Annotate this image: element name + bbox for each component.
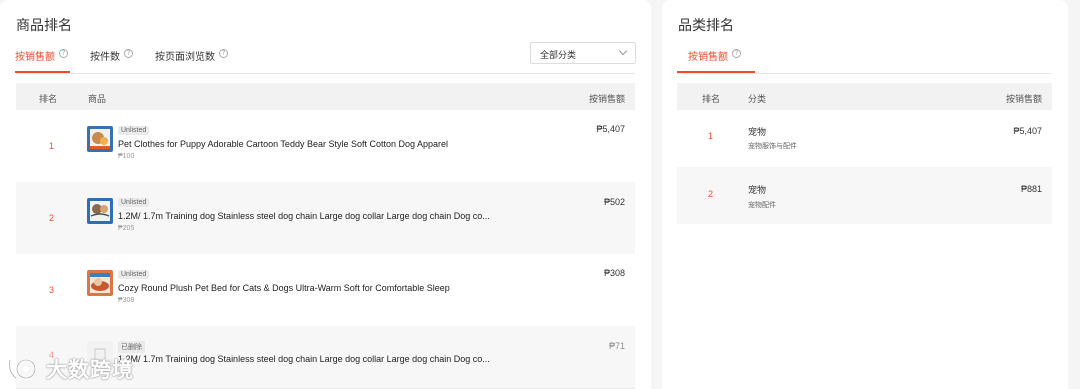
row-rank: 2 xyxy=(49,213,55,223)
category-name: 宠物 xyxy=(748,185,767,195)
category-select[interactable]: 全部分类 xyxy=(530,42,636,64)
product-table-header: 排名 商品 按销售额 xyxy=(16,83,635,110)
category-table-header: 排名 分类 按销售额 xyxy=(677,83,1052,110)
product-name[interactable]: Cozy Round Plush Pet Bed for Cats & Dogs… xyxy=(118,283,450,293)
row-rank: 1 xyxy=(49,141,55,151)
watermark-text: 大数跨境 xyxy=(46,359,134,382)
watermark: 大数跨境 xyxy=(6,352,134,386)
watermark-logo-icon xyxy=(8,358,37,380)
chevron-down-icon xyxy=(618,46,628,56)
product-price: ₱205 xyxy=(118,225,135,232)
status-badge: Unlisted xyxy=(118,126,150,135)
product-ranking-tabs: 按销售额 ? 按件数 ? 按页面浏览数 ? xyxy=(15,40,250,73)
table-row[interactable]: 2 Unlisted 1.2M/ 1.7m Training dog Stain… xyxy=(16,182,635,254)
category-subname: 宠物配件 xyxy=(748,202,776,209)
product-thumbnail[interactable] xyxy=(87,198,113,224)
product-thumbnail[interactable] xyxy=(87,270,113,296)
product-price: ₱100 xyxy=(118,153,135,160)
category-select-value: 全部分类 xyxy=(540,50,577,60)
product-name[interactable]: 1.2M/ 1.7m Training dog Stainless steel … xyxy=(118,211,490,221)
category-ranking-tabs: 按销售额 ? xyxy=(677,40,755,73)
row-rank: 2 xyxy=(708,189,714,199)
table-row[interactable]: 1 宠物 宠物服饰与配件 ₱5,407 xyxy=(677,110,1052,167)
tab-divider xyxy=(677,73,1052,74)
tab-label: 按页面浏览数 xyxy=(155,52,215,63)
header-sales[interactable]: 按销售额 xyxy=(589,92,625,105)
category-name: 宠物 xyxy=(748,127,767,137)
header-sales[interactable]: 按销售额 xyxy=(1006,92,1042,105)
row-sales: ₱881 xyxy=(1020,184,1042,194)
header-rank: 排名 xyxy=(39,94,58,104)
product-name: 1.2M/ 1.7m Training dog Stainless steel … xyxy=(118,354,490,364)
tab-label: 按销售额 xyxy=(688,52,728,63)
row-rank: 3 xyxy=(49,285,55,295)
header-rank: 排名 xyxy=(702,94,721,104)
row-rank: 1 xyxy=(708,131,714,141)
product-ranking-title: 商品排名 xyxy=(16,17,72,33)
row-sales: ₱502 xyxy=(603,197,625,207)
table-row[interactable]: 3 Unlisted Cozy Round Plush Pet Bed for … xyxy=(16,254,635,326)
product-thumbnail[interactable] xyxy=(87,126,113,152)
question-circle-icon[interactable]: ? xyxy=(124,49,133,58)
tab-divider xyxy=(16,73,635,74)
status-badge: Unlisted xyxy=(118,198,150,207)
row-sales: ₱308 xyxy=(603,268,625,278)
question-circle-icon[interactable]: ? xyxy=(219,49,228,58)
row-sales: ₱5,407 xyxy=(596,124,625,134)
question-circle-icon[interactable]: ? xyxy=(732,49,741,58)
row-sales: ₱71 xyxy=(608,341,625,351)
category-ranking-title: 品类排名 xyxy=(678,17,734,33)
table-row[interactable]: 1 Unlisted Pet Clothes for Puppy Adorabl… xyxy=(16,110,635,182)
table-row[interactable]: 2 宠物 宠物配件 ₱881 xyxy=(677,167,1052,224)
tab-label: 按件数 xyxy=(90,52,120,63)
product-name[interactable]: Pet Clothes for Puppy Adorable Cartoon T… xyxy=(118,139,448,149)
tab-by-sales[interactable]: 按销售额 ? xyxy=(677,40,755,73)
header-product: 商品 xyxy=(88,94,107,104)
tab-by-units[interactable]: 按件数 ? xyxy=(90,40,141,73)
row-sales: ₱5,407 xyxy=(1013,126,1042,136)
status-badge: Unlisted xyxy=(118,270,150,279)
product-price: ₱308 xyxy=(118,297,135,304)
header-category: 分类 xyxy=(748,94,767,104)
tab-by-sales[interactable]: 按销售额 ? xyxy=(15,40,76,73)
question-circle-icon[interactable]: ? xyxy=(59,49,68,58)
category-subname: 宠物服饰与配件 xyxy=(748,143,797,150)
tab-label: 按销售额 xyxy=(15,52,55,63)
tab-by-page-views[interactable]: 按页面浏览数 ? xyxy=(155,40,236,73)
